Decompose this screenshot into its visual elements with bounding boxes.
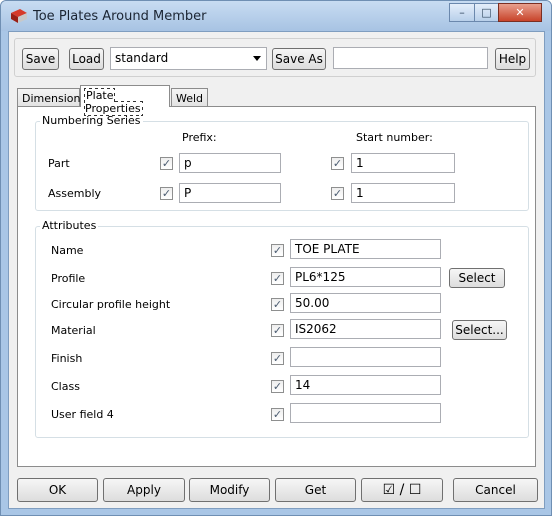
maximize-button[interactable]: □ xyxy=(474,3,499,22)
attributes-title: Attributes xyxy=(40,219,99,232)
window-title: Toe Plates Around Member xyxy=(33,9,207,24)
load-button[interactable]: Load xyxy=(69,48,104,70)
numbering-series-title: Numbering Series xyxy=(40,114,143,127)
toggle-separator: / xyxy=(399,482,405,498)
get-button[interactable]: Get xyxy=(275,478,356,502)
plate-properties-panel: Numbering Series Prefix: Start number: P… xyxy=(17,106,536,467)
class-checkbox[interactable]: ✓ xyxy=(271,380,284,393)
ok-button[interactable]: OK xyxy=(17,478,98,502)
user-field-4-checkbox[interactable]: ✓ xyxy=(271,408,284,421)
tab-weld[interactable]: Weld xyxy=(171,88,208,107)
toggle-all-checkboxes-button[interactable]: ☑ / ☐ xyxy=(361,478,443,502)
dialog-window: Toe Plates Around Member – □ ✕ Save Load… xyxy=(0,0,552,516)
checkmark-icon: ✓ xyxy=(272,298,283,311)
save-as-name-input[interactable] xyxy=(333,47,488,69)
checkmark-icon: ✓ xyxy=(272,408,283,421)
finish-checkbox[interactable]: ✓ xyxy=(271,352,284,365)
tab-label: Plate Properties xyxy=(84,88,143,116)
attr-label-circular-profile-height: Circular profile height xyxy=(51,298,171,311)
finish-input[interactable] xyxy=(290,347,441,367)
tab-plate-properties[interactable]: Plate Properties xyxy=(80,85,170,116)
save-as-button[interactable]: Save As xyxy=(272,48,326,70)
start-number-header: Start number: xyxy=(356,131,433,144)
preset-select-value: standard xyxy=(115,51,169,65)
preset-select[interactable]: standard xyxy=(110,47,267,70)
chevron-down-icon xyxy=(253,56,261,61)
unchecked-box-icon: ☐ xyxy=(408,482,422,498)
checkmark-icon: ✓ xyxy=(272,352,283,365)
attr-label-name: Name xyxy=(51,244,84,257)
profile-select-button[interactable]: Select xyxy=(449,268,505,288)
checkmark-icon: ✓ xyxy=(332,187,343,200)
name-checkbox[interactable]: ✓ xyxy=(271,244,284,257)
attr-label-user-field-4: User field 4 xyxy=(51,408,114,421)
title-bar[interactable]: Toe Plates Around Member – □ ✕ xyxy=(1,1,551,31)
numbering-label-assembly: Assembly xyxy=(48,187,102,200)
checkmark-icon: ✓ xyxy=(332,157,343,170)
tab-label: Weld xyxy=(176,92,204,105)
part-start-checkbox[interactable]: ✓ xyxy=(331,157,344,170)
close-button[interactable]: ✕ xyxy=(498,3,542,22)
part-prefix-checkbox[interactable]: ✓ xyxy=(160,157,173,170)
attr-label-profile: Profile xyxy=(51,272,86,285)
assembly-prefix-checkbox[interactable]: ✓ xyxy=(160,187,173,200)
help-button[interactable]: Help xyxy=(495,48,530,70)
assembly-start-number-input[interactable]: 1 xyxy=(351,183,455,203)
user-field-4-input[interactable] xyxy=(290,403,441,423)
apply-button[interactable]: Apply xyxy=(103,478,185,502)
app-icon xyxy=(11,9,27,23)
material-input[interactable]: IS2062 xyxy=(290,319,441,339)
material-select-button[interactable]: Select... xyxy=(452,320,507,340)
prefix-header: Prefix: xyxy=(182,131,217,144)
save-button[interactable]: Save xyxy=(22,48,59,70)
checkmark-icon: ✓ xyxy=(161,157,172,170)
assembly-start-checkbox[interactable]: ✓ xyxy=(331,187,344,200)
assembly-prefix-input[interactable]: P xyxy=(179,183,281,203)
attr-label-class: Class xyxy=(51,380,80,393)
checkmark-icon: ✓ xyxy=(272,244,283,257)
name-input[interactable]: TOE PLATE xyxy=(290,239,441,259)
profile-checkbox[interactable]: ✓ xyxy=(271,272,284,285)
attr-label-finish: Finish xyxy=(51,352,83,365)
cancel-button[interactable]: Cancel xyxy=(453,478,538,502)
class-input[interactable]: 14 xyxy=(290,375,441,395)
checked-box-icon: ☑ xyxy=(382,482,396,498)
circular-profile-height-checkbox[interactable]: ✓ xyxy=(271,298,284,311)
circular-profile-height-input[interactable]: 50.00 xyxy=(290,293,441,313)
checkmark-icon: ✓ xyxy=(272,380,283,393)
tab-dimensions[interactable]: Dimensions xyxy=(17,88,86,107)
checkmark-icon: ✓ xyxy=(272,272,283,285)
numbering-label-part: Part xyxy=(48,157,70,170)
part-prefix-input[interactable]: p xyxy=(179,153,281,173)
profile-input[interactable]: PL6*125 xyxy=(290,267,441,287)
tab-label: Dimensions xyxy=(22,92,87,105)
part-start-number-input[interactable]: 1 xyxy=(351,153,455,173)
minimize-button[interactable]: – xyxy=(449,3,475,22)
checkmark-icon: ✓ xyxy=(161,187,172,200)
material-checkbox[interactable]: ✓ xyxy=(271,324,284,337)
modify-button[interactable]: Modify xyxy=(189,478,270,502)
attr-label-material: Material xyxy=(51,324,96,337)
dialog-client-area: Save Load standard Save As Help Dimensio… xyxy=(8,31,545,509)
checkmark-icon: ✓ xyxy=(272,324,283,337)
